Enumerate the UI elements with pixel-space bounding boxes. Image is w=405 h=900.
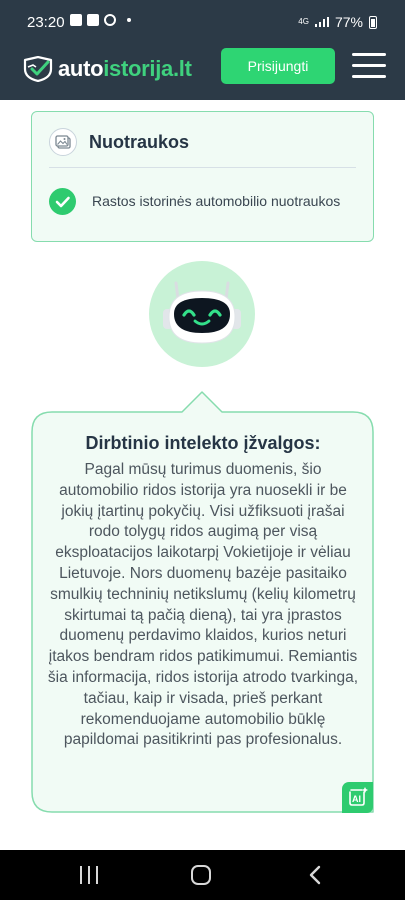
more-notifications-dot-icon xyxy=(127,18,131,22)
robot-icon xyxy=(163,281,241,344)
menu-icon[interactable] xyxy=(352,53,386,79)
navigation-bar xyxy=(0,850,405,900)
back-icon[interactable] xyxy=(306,865,326,885)
photo-icon xyxy=(49,128,77,156)
logo-text: autoistorija.lt xyxy=(58,56,192,82)
divider xyxy=(49,167,356,168)
status-bar: 23:20 4G 77% xyxy=(0,0,405,34)
check-icon xyxy=(49,188,76,215)
robot-avatar xyxy=(149,261,255,367)
ai-insights-title: Dirbtinio intelekto įžvalgos: xyxy=(85,433,321,453)
signal-icon xyxy=(314,17,329,27)
logo-text-istorija: istorija.lt xyxy=(103,56,192,81)
network-type: 4G xyxy=(298,17,309,26)
ai-badge-icon: AI xyxy=(342,782,373,813)
ai-insights-text: Pagal mūsų turimus duomenis, šio automob… xyxy=(47,461,359,749)
photos-card-title: Nuotraukos xyxy=(89,132,190,152)
system-icons: 4G 77% xyxy=(298,14,377,30)
app-header: autoistorija.lt Prisijungti xyxy=(0,34,405,100)
recents-icon[interactable] xyxy=(79,866,99,884)
login-button[interactable]: Prisijungti xyxy=(221,48,335,84)
status-time: 23:20 xyxy=(27,14,65,31)
notification-icons xyxy=(70,14,131,26)
app-notification-icon xyxy=(70,14,82,26)
logo-text-auto: auto xyxy=(58,56,104,81)
youtube-icon xyxy=(87,14,99,26)
ai-badge-label: AI xyxy=(352,794,361,804)
sync-icon xyxy=(104,14,116,26)
battery-icon xyxy=(369,15,377,29)
photos-card: Nuotraukos Rastos istorinės automobilio … xyxy=(31,111,374,242)
battery-level: 77% xyxy=(334,14,363,30)
photos-found-text: Rastos istorinės automobilio nuotraukos xyxy=(92,193,341,209)
home-icon[interactable] xyxy=(191,865,211,885)
logo-icon xyxy=(23,56,53,82)
site-logo[interactable]: autoistorija.lt xyxy=(22,55,192,83)
